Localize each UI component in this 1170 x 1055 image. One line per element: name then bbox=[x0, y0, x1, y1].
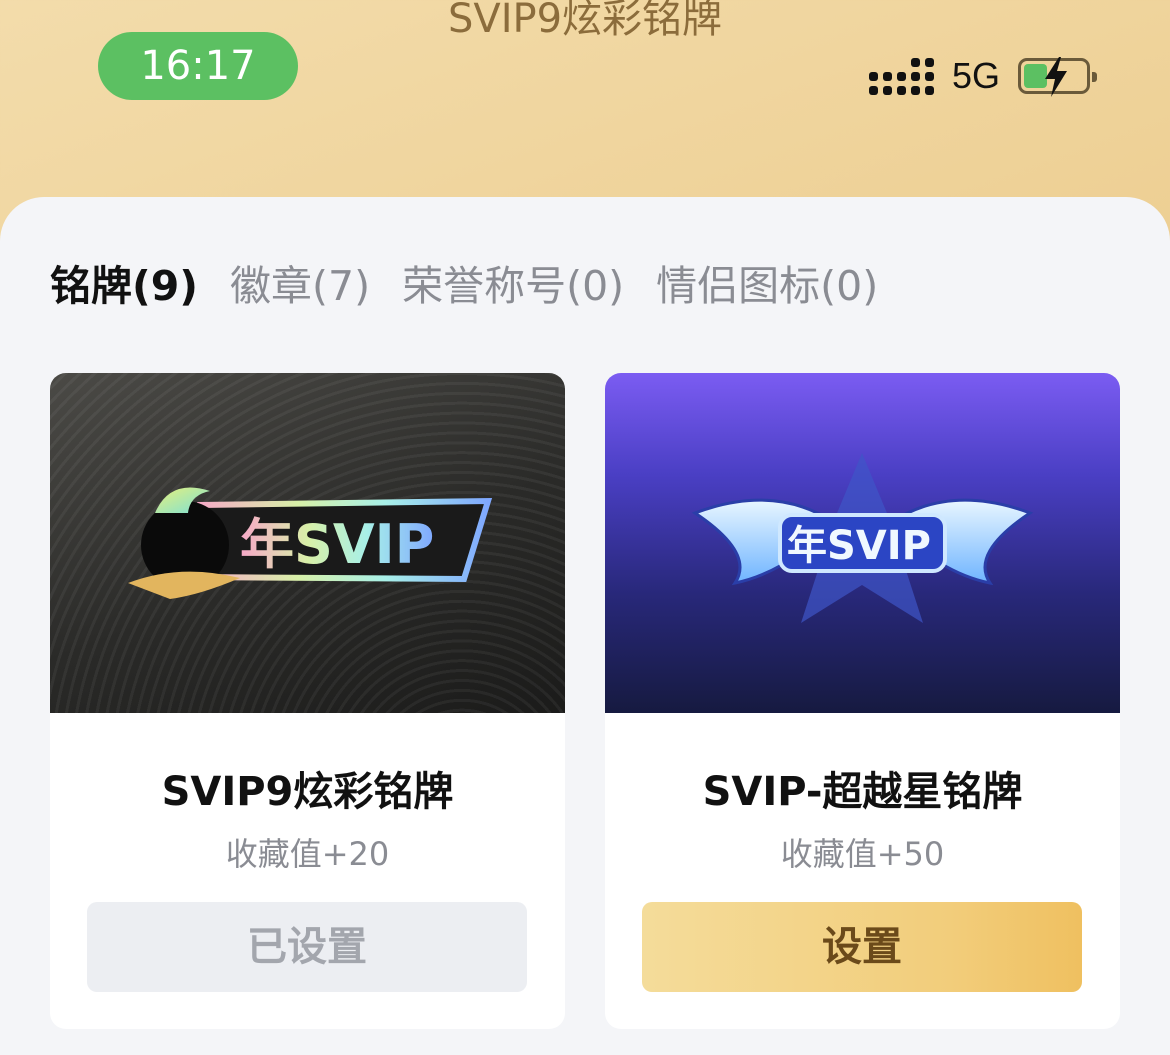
nameplate-title: SVIP9炫彩铭牌 bbox=[161, 769, 454, 815]
charging-bolt-icon bbox=[1045, 57, 1067, 97]
nameplate-preview-image: 年SVIP bbox=[605, 373, 1120, 713]
nameplate-card[interactable]: 年SVIP SVIP9炫彩铭牌 收藏值+20 已设置 bbox=[50, 373, 565, 1029]
nameplate-preview-image: 年SVIP bbox=[50, 373, 565, 713]
nameplate-badge-text: 年SVIP bbox=[240, 513, 434, 576]
tab-nameplates[interactable]: 铭牌(9) bbox=[50, 252, 198, 312]
tab-bar: 铭牌(9) 徽章(7) 荣誉称号(0) 情侣图标(0) bbox=[50, 252, 878, 312]
nameplate-card[interactable]: 年SVIP SVIP-超越星铭牌 收藏值+50 设置 bbox=[605, 373, 1120, 1029]
set-button[interactable]: 设置 bbox=[642, 902, 1082, 992]
network-label: 5G bbox=[951, 55, 1000, 96]
svip9-colorful-nameplate-icon: 年SVIP bbox=[128, 487, 493, 599]
svip-star-nameplate-icon: 年SVIP bbox=[691, 453, 1034, 623]
content-sheet: 铭牌(9) 徽章(7) 荣誉称号(0) 情侣图标(0) 年SVIP SVIP9炫… bbox=[0, 197, 1170, 1055]
status-time: 16:17 bbox=[98, 32, 298, 100]
already-set-button[interactable]: 已设置 bbox=[87, 902, 527, 992]
status-icons: 5G bbox=[868, 54, 1097, 98]
collection-value: 收藏值+20 bbox=[225, 835, 390, 873]
tab-badges[interactable]: 徽章(7) bbox=[230, 252, 370, 312]
nameplate-title: SVIP-超越星铭牌 bbox=[702, 769, 1023, 815]
signal-icon bbox=[868, 57, 934, 95]
collection-value: 收藏值+50 bbox=[780, 835, 945, 873]
tab-honor-titles[interactable]: 荣誉称号(0) bbox=[402, 252, 624, 312]
tab-couple-icons[interactable]: 情侣图标(0) bbox=[656, 252, 878, 312]
nameplate-badge-text: 年SVIP bbox=[787, 523, 931, 569]
battery-icon bbox=[1018, 57, 1097, 97]
